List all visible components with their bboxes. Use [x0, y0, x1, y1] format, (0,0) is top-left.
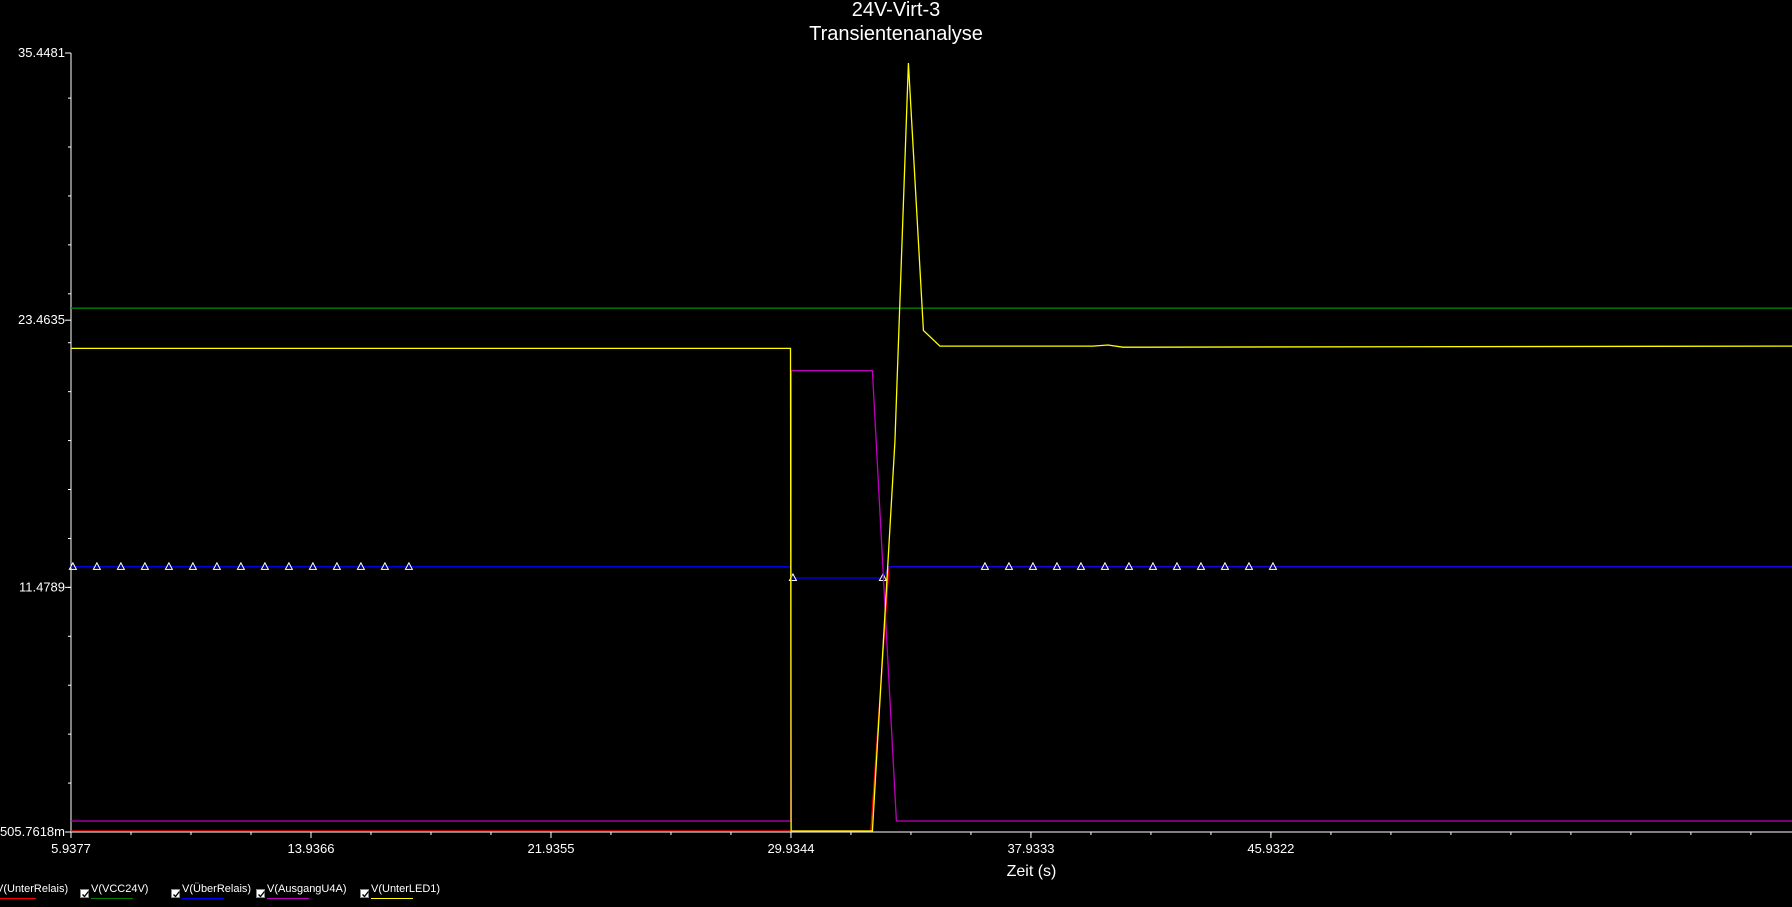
legend-swatch	[267, 898, 309, 899]
data-marker	[92, 561, 102, 570]
data-marker	[404, 561, 414, 570]
legend-label: V(UnterRelais)	[0, 883, 69, 895]
data-marker	[356, 561, 366, 570]
data-marker	[1196, 561, 1206, 570]
y-tick-label: 23.4635	[18, 312, 65, 327]
legend-swatch	[182, 898, 224, 899]
data-marker	[332, 561, 342, 570]
data-marker	[1028, 561, 1038, 570]
data-marker	[140, 561, 150, 570]
data-marker	[116, 561, 126, 570]
data-marker	[260, 561, 270, 570]
legend-swatch	[0, 898, 36, 899]
data-marker	[1124, 561, 1134, 570]
plot-area[interactable]: 505.7618m 11.4789 23.4635 35.4481 5.9377 13.9…	[0, 0, 1792, 880]
legend-label: V(ÜberRelais)	[182, 883, 252, 895]
data-marker	[284, 561, 294, 570]
y-tick-label: 11.4789	[19, 579, 65, 594]
legend-checkbox[interactable]	[256, 889, 266, 898]
legend-swatch	[371, 898, 413, 899]
legend-label: V(AusgangU4A)	[267, 883, 347, 895]
data-marker	[212, 561, 222, 570]
legend-swatch	[91, 898, 133, 899]
legend-checkbox[interactable]	[171, 889, 181, 898]
x-tick-label: 21.9355	[527, 841, 574, 856]
legend-checkbox[interactable]	[80, 889, 90, 898]
data-marker	[1052, 561, 1062, 570]
series-line-V(UnterLED1)	[71, 62, 1792, 832]
x-tick-label: 45.9322	[1247, 841, 1294, 856]
y-tick-label: 505.7618m	[0, 824, 65, 839]
data-marker	[1172, 561, 1182, 570]
data-marker	[1076, 561, 1086, 570]
y-tick-label: 35.4481	[18, 45, 65, 60]
x-tick-label: 13.9366	[287, 841, 334, 856]
series-line-V(AusgangU4A)	[71, 369, 1792, 822]
series-line-V(ÜberRelais)	[71, 566, 1792, 579]
data-marker	[1268, 561, 1278, 570]
data-marker	[68, 561, 78, 570]
data-marker	[308, 561, 318, 570]
series-line-V(UnterRelais)	[71, 566, 1792, 832]
x-tick-label: 29.9344	[767, 841, 814, 856]
x-tick-label: 37.9333	[1007, 841, 1054, 856]
data-marker	[1244, 561, 1254, 570]
legend-label: V(VCC24V)	[91, 883, 149, 895]
legend: V(UnterRelais) V(VCC24V) V(ÜberRelais) V(Au…	[0, 880, 1792, 904]
data-marker	[1100, 561, 1110, 570]
data-marker	[164, 561, 174, 570]
data-marker	[1148, 561, 1158, 570]
data-marker	[236, 561, 246, 570]
legend-checkbox[interactable]	[360, 889, 370, 898]
data-marker	[380, 561, 390, 570]
legend-label: V(UnterLED1)	[371, 883, 441, 895]
data-marker	[1004, 561, 1014, 570]
data-marker	[188, 561, 198, 570]
x-axis-label: Zeit (s)	[1007, 863, 1057, 880]
data-marker	[980, 561, 990, 570]
x-tick-label: 5.9377	[51, 841, 91, 856]
data-marker	[1220, 561, 1230, 570]
